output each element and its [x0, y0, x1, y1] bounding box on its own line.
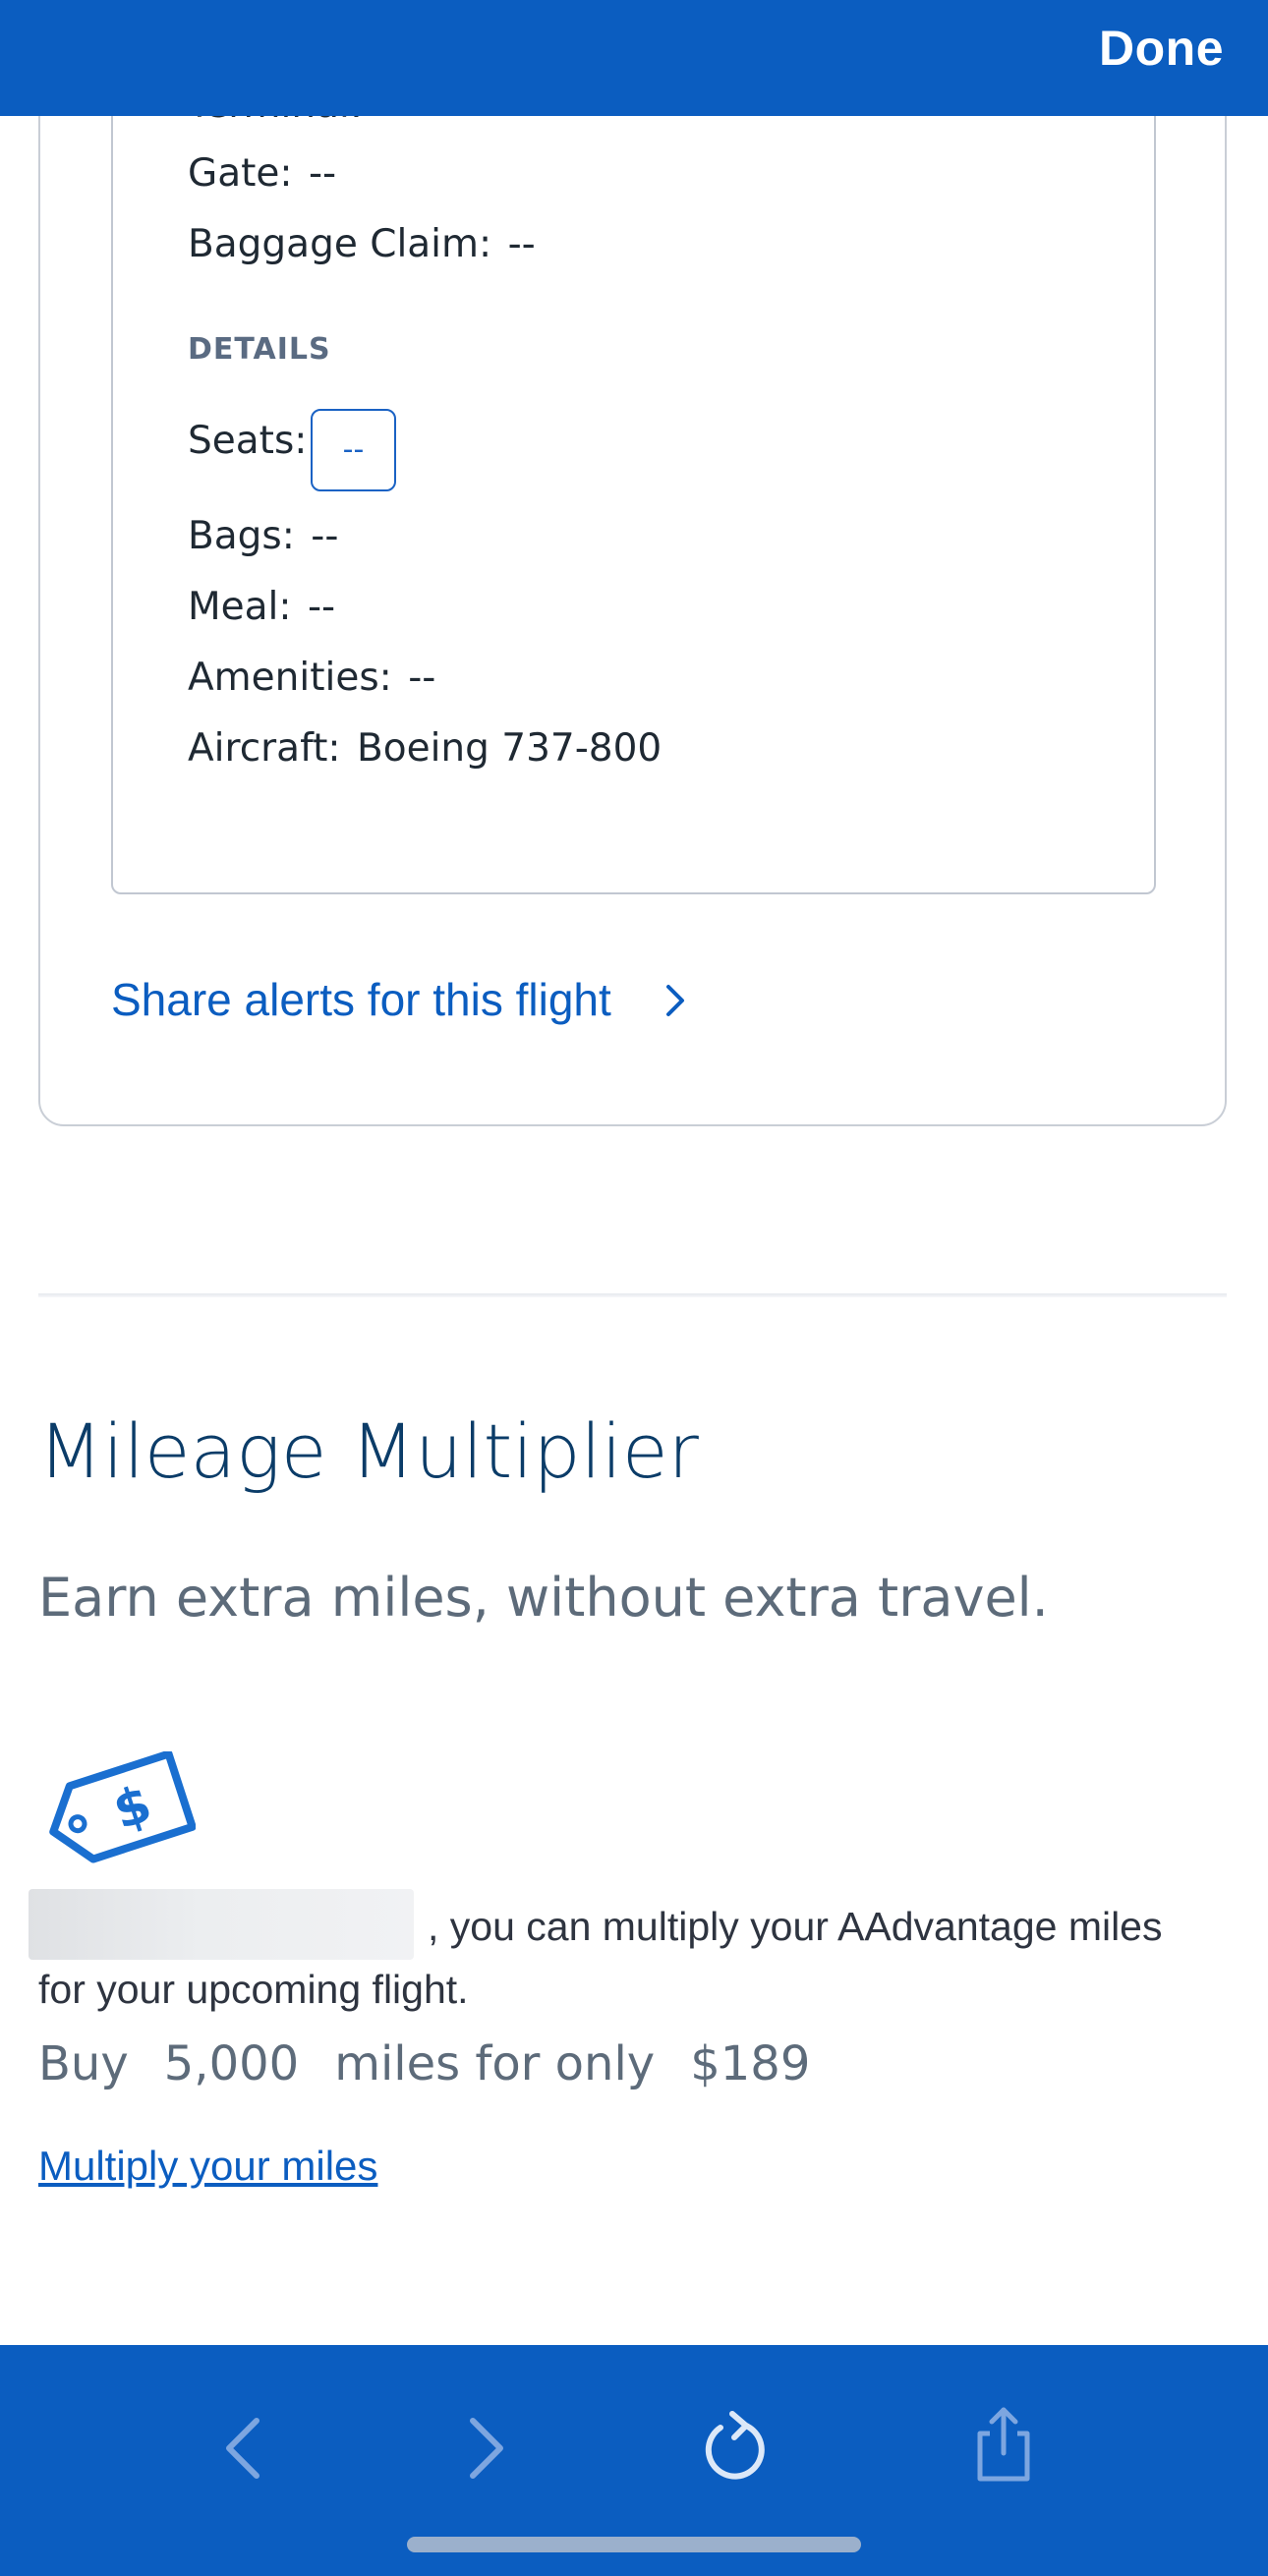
gate-value: -- — [308, 151, 337, 196]
bags-row: Bags: -- — [188, 514, 338, 558]
mileage-multiplier-subtitle: Earn extra miles, without extra travel. — [38, 1567, 1049, 1629]
baggage-claim-value: -- — [507, 222, 536, 266]
gate-row: Gate: -- — [188, 151, 336, 196]
buy-miles-offer: Buy 5,000 miles for only $189 — [38, 2036, 845, 2091]
back-icon[interactable] — [202, 2404, 291, 2492]
share-alerts-link[interactable]: Share alerts for this flight — [111, 973, 611, 1026]
meal-label: Meal: — [188, 585, 292, 629]
chevron-right-icon[interactable] — [657, 979, 696, 1022]
reload-icon[interactable] — [691, 2404, 779, 2492]
amenities-value: -- — [408, 656, 436, 700]
details-section-title: DETAILS — [188, 332, 331, 367]
gate-label: Gate: — [188, 151, 293, 196]
share-icon[interactable] — [959, 2398, 1048, 2487]
aircraft-row: Aircraft: Boeing 737-800 — [188, 726, 662, 771]
aircraft-value: Boeing 737-800 — [356, 726, 663, 771]
baggage-claim-row: Baggage Claim: -- — [188, 222, 536, 266]
home-indicator — [407, 2537, 861, 2552]
offer-price: $189 — [690, 2036, 811, 2091]
miles-suffix: miles for only — [334, 2036, 656, 2091]
amenities-label: Amenities: — [188, 656, 392, 700]
buy-prefix: Buy — [38, 2036, 129, 2091]
mileage-multiplier-body: , you can multiply your AAdvantage miles… — [38, 1904, 1163, 2012]
multiply-miles-link[interactable]: Multiply your miles — [38, 2143, 377, 2190]
bags-value: -- — [311, 514, 339, 558]
seats-button[interactable]: -- — [311, 409, 396, 491]
forward-icon[interactable] — [438, 2404, 527, 2492]
section-divider — [38, 1293, 1227, 1297]
price-tag-icon: $ — [49, 1751, 196, 1863]
browser-top-bar: Done — [0, 0, 1268, 116]
baggage-claim-label: Baggage Claim: — [188, 222, 492, 266]
meal-value: -- — [307, 585, 336, 629]
bags-label: Bags: — [188, 514, 295, 558]
seats-label: Seats: — [188, 419, 308, 463]
done-button[interactable]: Done — [1099, 20, 1224, 77]
meal-row: Meal: -- — [188, 585, 335, 629]
seats-row: Seats: — [188, 419, 307, 463]
miles-amount: 5,000 — [163, 2036, 300, 2091]
svg-text:$: $ — [106, 1775, 158, 1842]
amenities-row: Amenities: -- — [188, 656, 435, 700]
mileage-multiplier-title: Mileage Multiplier — [38, 1407, 699, 1495]
aircraft-label: Aircraft: — [188, 726, 341, 771]
